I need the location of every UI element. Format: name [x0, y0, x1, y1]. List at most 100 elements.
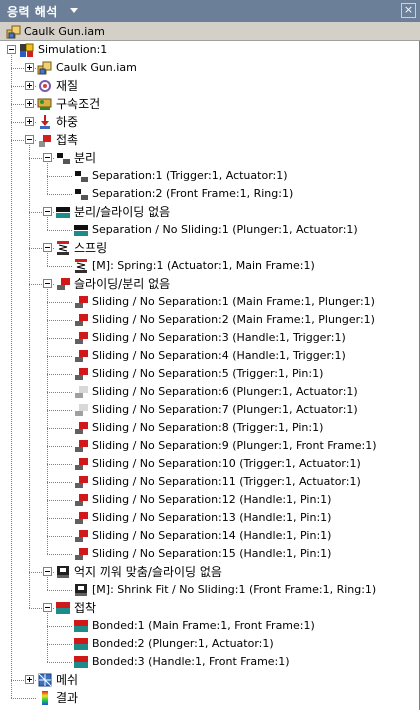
tree-node-label: Sliding / No Separation:5 (Trigger:1, Pi…: [92, 367, 324, 380]
collapse-icon[interactable]: [43, 603, 52, 612]
tree-node-label: Sliding / No Separation:9 (Plunger:1, Fr…: [92, 439, 377, 452]
spring-group[interactable]: 스프링: [0, 239, 419, 257]
tree-node-label: Sliding / No Separation:7 (Plunger:1, Ac…: [92, 403, 358, 416]
separation-icon: [75, 171, 88, 182]
separation-item[interactable]: Separation:1 (Trigger:1, Actuator:1): [0, 167, 419, 185]
sliding-item[interactable]: Sliding / No Separation:10 (Trigger:1, A…: [0, 455, 419, 473]
sliding-disabled-icon: [75, 404, 88, 416]
tree-node-label: Bonded:2 (Plunger:1, Actuator:1): [92, 637, 274, 650]
sliding-icon: [75, 422, 88, 434]
separation-icon: [75, 189, 88, 200]
simulation-node[interactable]: Simulation:1: [0, 41, 419, 59]
shrinkfit-item[interactable]: [M]: Shrink Fit / No Sliding:1 (Front Fr…: [0, 581, 419, 599]
sliding-item[interactable]: Sliding / No Separation:15 (Handle:1, Pi…: [0, 545, 419, 563]
separation-nosliding-item[interactable]: Separation / No Sliding:1 (Plunger:1, Ac…: [0, 221, 419, 239]
tree-node-label: 슬라이딩/분리 없음: [74, 277, 171, 291]
sliding-icon: [75, 332, 88, 344]
tree-node-label: Separation / No Sliding:1 (Plunger:1, Ac…: [92, 223, 358, 236]
tree-node-label: 메쉬: [56, 673, 79, 687]
document-name: Caulk Gun.iam: [24, 25, 105, 38]
constraints-node[interactable]: 구속조건: [0, 95, 419, 113]
sliding-item[interactable]: Sliding / No Separation:8 (Trigger:1, Pi…: [0, 419, 419, 437]
sliding-item[interactable]: Sliding / No Separation:2 (Main Frame:1,…: [0, 311, 419, 329]
collapse-icon[interactable]: [25, 135, 34, 144]
bonded-icon: [74, 638, 88, 650]
bonded-icon: [56, 602, 70, 614]
document-header[interactable]: Caulk Gun.iam: [0, 22, 420, 41]
sliding-group[interactable]: 슬라이딩/분리 없음: [0, 275, 419, 293]
sliding-item[interactable]: Sliding / No Separation:9 (Plunger:1, Fr…: [0, 437, 419, 455]
sliding-icon: [75, 458, 88, 470]
collapse-icon[interactable]: [43, 567, 52, 576]
separation-icon: [57, 153, 70, 164]
tree-node-label: Simulation:1: [38, 43, 108, 56]
expand-icon[interactable]: [25, 117, 34, 126]
material-node[interactable]: 재질: [0, 77, 419, 95]
sliding-icon: [75, 296, 88, 308]
sliding-item[interactable]: Sliding / No Separation:1 (Main Frame:1,…: [0, 293, 419, 311]
tree-node-label: Sliding / No Separation:1 (Main Frame:1,…: [92, 295, 375, 308]
browser-tree[interactable]: Simulation:1 Caulk Gun.iam 재질 구속조건 하중 접촉 분리 Sep…: [0, 41, 420, 710]
constraint-icon: [37, 98, 52, 110]
bonded-item[interactable]: Bonded:2 (Plunger:1, Actuator:1): [0, 635, 419, 653]
dropdown-arrow-icon[interactable]: [70, 8, 78, 13]
panel-titlebar[interactable]: 응력 해석 ×: [0, 0, 420, 22]
panel-title[interactable]: 응력 해석: [7, 3, 58, 20]
shrinkfit-group[interactable]: 억지 끼워 맞춤/슬라이딩 없음: [0, 563, 419, 581]
mesh-icon: [38, 673, 52, 687]
sliding-item[interactable]: Sliding / No Separation:11 (Trigger:1, A…: [0, 473, 419, 491]
bonded-item[interactable]: Bonded:1 (Main Frame:1, Front Frame:1): [0, 617, 419, 635]
tree-node-label: Sliding / No Separation:2 (Main Frame:1,…: [92, 313, 375, 326]
tree-node-label: 하중: [56, 115, 79, 129]
sliding-disabled-icon: [75, 386, 88, 398]
expand-icon[interactable]: [25, 81, 34, 90]
tree-node-label: Sliding / No Separation:14 (Handle:1, Pi…: [92, 529, 332, 542]
expand-icon[interactable]: [25, 99, 34, 108]
sliding-item[interactable]: Sliding / No Separation:5 (Trigger:1, Pi…: [0, 365, 419, 383]
tree-node-label: Sliding / No Separation:4 (Handle:1, Tri…: [92, 349, 346, 362]
sliding-item[interactable]: Sliding / No Separation:13 (Handle:1, Pi…: [0, 509, 419, 527]
results-node[interactable]: 결과: [0, 689, 419, 707]
separation-group[interactable]: 분리: [0, 149, 419, 167]
tree-node-label: Bonded:3 (Handle:1, Front Frame:1): [92, 655, 290, 668]
material-icon: [39, 80, 51, 92]
shrinkfit-icon: [75, 584, 87, 596]
sliding-item[interactable]: Sliding / No Separation:12 (Handle:1, Pi…: [0, 491, 419, 509]
spring-item[interactable]: [M]: Spring:1 (Actuator:1, Main Frame:1): [0, 257, 419, 275]
expand-icon[interactable]: [25, 63, 34, 72]
assembly-node[interactable]: Caulk Gun.iam: [0, 59, 419, 77]
sliding-item[interactable]: Sliding / No Separation:6 (Plunger:1, Ac…: [0, 383, 419, 401]
contacts-node[interactable]: 접촉: [0, 131, 419, 149]
bonded-icon: [74, 620, 88, 632]
assembly-icon: [6, 25, 21, 39]
collapse-icon[interactable]: [43, 207, 52, 216]
collapse-icon[interactable]: [7, 45, 16, 54]
expand-icon[interactable]: [25, 675, 34, 684]
tree-node-label: Bonded:1 (Main Frame:1, Front Frame:1): [92, 619, 315, 632]
tree-node-label: Sliding / No Separation:10 (Trigger:1, A…: [92, 457, 361, 470]
tree-node-label: 분리/슬라이딩 없음: [74, 205, 171, 219]
collapse-icon[interactable]: [43, 153, 52, 162]
collapse-icon[interactable]: [43, 243, 52, 252]
tree-node-label: Caulk Gun.iam: [56, 61, 137, 74]
separation-nosliding-icon: [56, 207, 70, 218]
sliding-item[interactable]: Sliding / No Separation:4 (Handle:1, Tri…: [0, 347, 419, 365]
sliding-icon: [75, 530, 88, 542]
sliding-icon: [75, 512, 88, 524]
sliding-item[interactable]: Sliding / No Separation:14 (Handle:1, Pi…: [0, 527, 419, 545]
sliding-icon: [75, 314, 88, 326]
close-icon[interactable]: ×: [401, 3, 416, 18]
separation-item[interactable]: Separation:2 (Front Frame:1, Ring:1): [0, 185, 419, 203]
tree-node-label: Sliding / No Separation:15 (Handle:1, Pi…: [92, 547, 332, 560]
bonded-item[interactable]: Bonded:3 (Handle:1, Front Frame:1): [0, 653, 419, 671]
sliding-item[interactable]: Sliding / No Separation:3 (Handle:1, Tri…: [0, 329, 419, 347]
bonded-group[interactable]: 접착: [0, 599, 419, 617]
loads-node[interactable]: 하중: [0, 113, 419, 131]
separation-nosliding-group[interactable]: 분리/슬라이딩 없음: [0, 203, 419, 221]
tree-node-label: 구속조건: [56, 97, 101, 111]
sliding-icon: [75, 350, 88, 362]
sliding-item[interactable]: Sliding / No Separation:7 (Plunger:1, Ac…: [0, 401, 419, 419]
mesh-node[interactable]: 메쉬: [0, 671, 419, 689]
collapse-icon[interactable]: [43, 279, 52, 288]
tree-node-label: 접착: [74, 601, 97, 615]
